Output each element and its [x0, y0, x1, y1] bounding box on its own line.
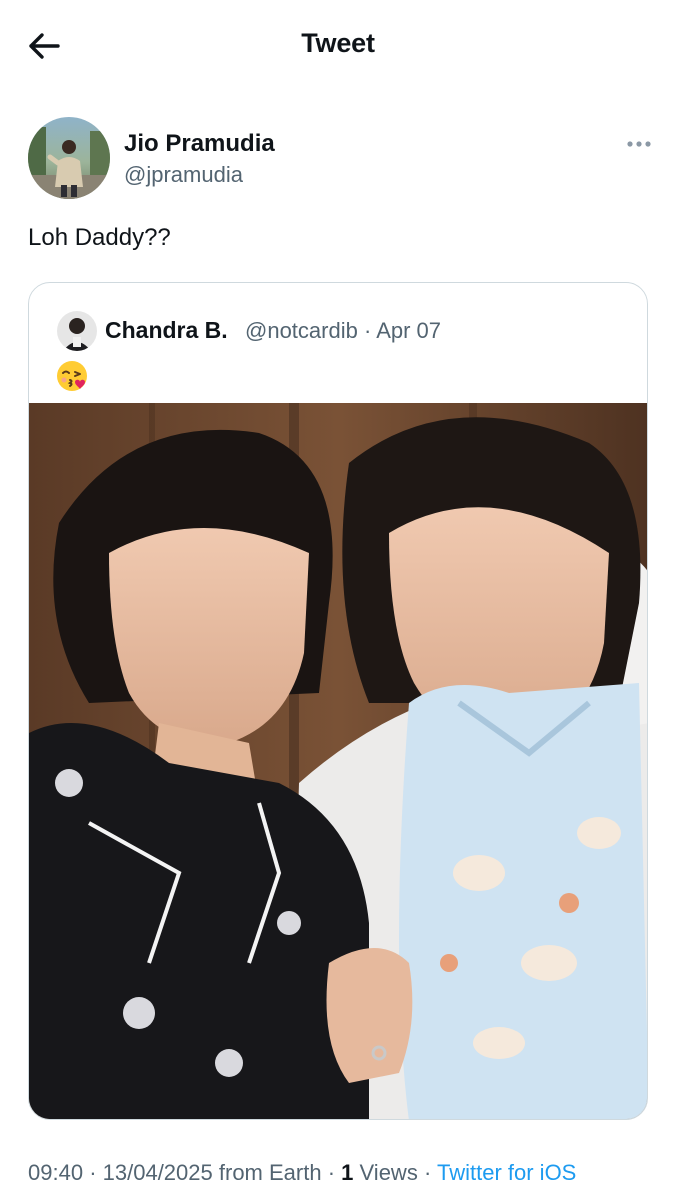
views-count[interactable]: 1	[341, 1160, 353, 1185]
quoted-author-name: Chandra B.	[105, 317, 228, 343]
more-options-button[interactable]	[622, 132, 656, 156]
quoted-meta: @notcardib · Apr 07	[245, 318, 441, 344]
tweet-text: Loh Daddy??	[28, 224, 171, 251]
more-horizontal-icon	[627, 141, 651, 147]
author-handle: @jpramudia	[124, 162, 243, 187]
tweet-time: 09:40	[28, 1160, 84, 1185]
tweet-date: 13/04/2025	[102, 1160, 213, 1185]
quoted-tweet-card[interactable]: Chandra B. @notcardib · Apr 07	[28, 282, 648, 1120]
quoted-media-photo[interactable]	[29, 403, 648, 1120]
quoted-author-handle: @notcardib	[245, 318, 358, 343]
views-label: Views	[359, 1160, 418, 1185]
top-bar: Tweet	[0, 0, 676, 92]
tweet-footer: 09:40 · 13/04/2025 from Earth · 1 Views …	[28, 1160, 576, 1186]
tweet-detail-page: Tweet Jio Pramudia @jpramudia Loh Daddy?…	[0, 0, 676, 1200]
footer-separator: ·	[89, 1160, 97, 1185]
footer-separator: ·	[423, 1160, 432, 1185]
meta-separator: ·	[363, 318, 372, 343]
footer-separator: ·	[327, 1160, 336, 1185]
kiss-face-emoji-icon	[57, 361, 87, 391]
page-title: Tweet	[301, 28, 375, 58]
author-name[interactable]: Jio Pramudia	[124, 130, 275, 158]
quoted-author-avatar[interactable]	[57, 311, 97, 351]
source-link[interactable]: Twitter for iOS	[437, 1160, 576, 1185]
tweet-location: from Earth	[218, 1160, 322, 1185]
author-avatar[interactable]	[28, 117, 110, 199]
quoted-date: Apr 07	[376, 318, 442, 343]
